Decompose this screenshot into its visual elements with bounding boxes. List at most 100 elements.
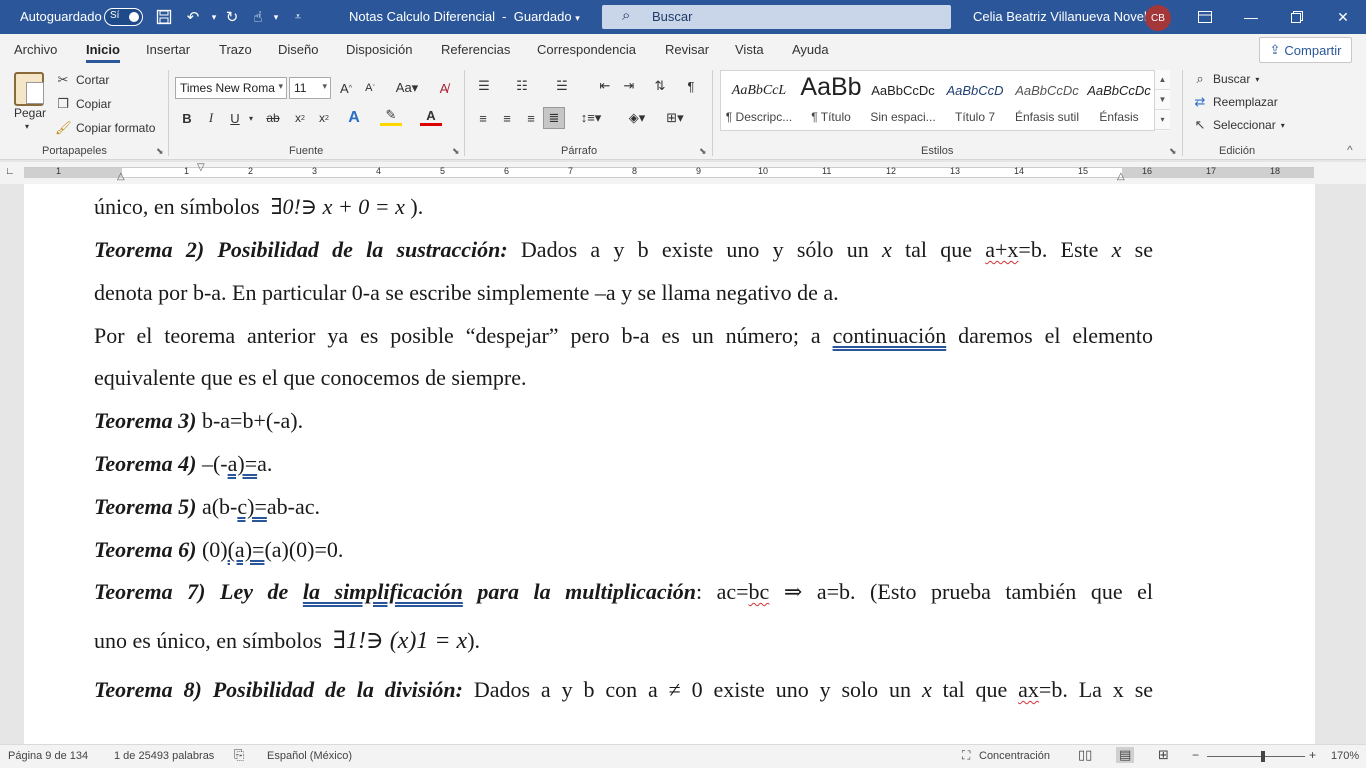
- align-center-icon[interactable]: ≡: [496, 107, 518, 129]
- tab-vista[interactable]: Vista: [735, 42, 764, 57]
- restore-icon[interactable]: [1274, 0, 1320, 34]
- tab-correspondencia[interactable]: Correspondencia: [537, 42, 636, 57]
- multilevel-list-icon[interactable]: ☱: [551, 75, 573, 97]
- page[interactable]: único, en símbolos ∃0!∋ x + 0 = x ). Teo…: [24, 184, 1315, 744]
- share-button[interactable]: ⇪ Compartir: [1259, 37, 1352, 63]
- spelling-flag[interactable]: ax: [1018, 677, 1039, 702]
- superscript-icon[interactable]: x2: [313, 107, 335, 129]
- text-effects-icon[interactable]: A: [343, 107, 365, 129]
- strikethrough-icon[interactable]: ab: [262, 107, 284, 129]
- style-titulo[interactable]: AaBb ¶ Título: [795, 71, 867, 130]
- align-left-icon[interactable]: ≡: [472, 107, 494, 129]
- grammar-flag[interactable]: a)=: [228, 451, 258, 476]
- font-name-select[interactable]: Times New Roma ▾: [175, 77, 287, 99]
- tab-revisar[interactable]: Revisar: [665, 42, 709, 57]
- document-title[interactable]: Notas Calculo Diferencial - Guardado ▾: [349, 9, 580, 24]
- highlight-icon[interactable]: ✎: [380, 107, 402, 126]
- chevron-down-icon[interactable]: ▾: [240, 107, 262, 129]
- save-icon[interactable]: [153, 7, 175, 27]
- undo-icon[interactable]: ↶: [182, 7, 204, 27]
- style-titulo-7[interactable]: AaBbCcD Título 7: [939, 71, 1011, 130]
- search-input[interactable]: ⌕ Buscar: [602, 5, 951, 29]
- justify-icon[interactable]: ≣: [543, 107, 565, 129]
- borders-icon[interactable]: ⊞▾: [660, 107, 690, 129]
- subscript-icon[interactable]: x2: [289, 107, 311, 129]
- styles-scroll[interactable]: ▲ ▼ ▾: [1154, 70, 1170, 131]
- tab-disposicion[interactable]: Disposición: [346, 42, 412, 57]
- tab-selector-icon[interactable]: ∟: [5, 166, 17, 178]
- zoom-slider[interactable]: [1207, 756, 1305, 757]
- style-enfasis-sutil[interactable]: AaBbCcDc Énfasis sutil: [1011, 71, 1083, 130]
- collapse-ribbon-icon[interactable]: ^: [1347, 143, 1353, 157]
- shrink-font-icon[interactable]: Aˇ: [359, 77, 381, 99]
- find-button[interactable]: ⌕ Buscar ▾: [1192, 71, 1259, 87]
- user-name[interactable]: Celia Beatriz Villanueva Novelo: [973, 9, 1154, 24]
- style-descripcion[interactable]: AaBbCcL ¶ Descripc...: [723, 71, 795, 130]
- font-color-icon[interactable]: A: [420, 107, 442, 126]
- tab-diseno[interactable]: Diseño: [278, 42, 318, 57]
- spelling-flag[interactable]: a+x: [985, 237, 1018, 262]
- tab-archivo[interactable]: Archivo: [14, 42, 57, 57]
- grammar-flag[interactable]: continuación: [833, 323, 947, 348]
- zoom-level[interactable]: 170%: [1331, 750, 1359, 762]
- grow-font-icon[interactable]: A ^: [335, 77, 357, 99]
- grammar-flag[interactable]: (a)=: [228, 537, 265, 562]
- cut-button[interactable]: ✂ Cortar: [55, 72, 110, 88]
- customize-toolbar-icon[interactable]: ⩡: [287, 7, 309, 27]
- increase-indent-icon[interactable]: ⇥: [618, 75, 640, 97]
- tab-trazo[interactable]: Trazo: [219, 42, 252, 57]
- redo-icon[interactable]: ↻: [221, 7, 243, 27]
- document-area[interactable]: único, en símbolos ∃0!∋ x + 0 = x ). Teo…: [0, 184, 1366, 744]
- proofing-icon[interactable]: ⎘: [234, 747, 244, 763]
- right-indent-marker[interactable]: △: [1117, 171, 1125, 182]
- zoom-out-icon[interactable]: −: [1192, 748, 1199, 762]
- grammar-flag[interactable]: c)=: [237, 494, 267, 519]
- change-case-icon[interactable]: Aa▾: [392, 77, 422, 99]
- bullets-icon[interactable]: ☰: [473, 75, 495, 97]
- minimize-icon[interactable]: —: [1228, 0, 1274, 34]
- chevron-down-icon[interactable]: ▼: [1155, 90, 1170, 110]
- dialog-launcher-icon[interactable]: ⬊: [452, 146, 460, 157]
- close-icon[interactable]: ✕: [1320, 0, 1366, 34]
- dialog-launcher-icon[interactable]: ⬊: [1169, 146, 1177, 157]
- shading-icon[interactable]: ◈▾: [622, 107, 652, 129]
- sort-icon[interactable]: ⇅: [649, 75, 671, 97]
- tab-referencias[interactable]: Referencias: [441, 42, 510, 57]
- web-layout-icon[interactable]: ⊞: [1158, 747, 1169, 763]
- clear-formatting-icon[interactable]: A̸: [433, 77, 455, 99]
- dialog-launcher-icon[interactable]: ⬊: [699, 146, 707, 157]
- font-size-select[interactable]: 11 ▾: [289, 77, 331, 99]
- italic-icon[interactable]: I: [200, 107, 222, 129]
- tab-insertar[interactable]: Insertar: [146, 42, 190, 57]
- read-mode-icon[interactable]: ▯▯: [1078, 747, 1092, 763]
- ribbon-display-icon[interactable]: [1182, 0, 1228, 34]
- zoom-in-icon[interactable]: +: [1309, 748, 1316, 762]
- touch-dropdown-icon[interactable]: ▾: [265, 7, 287, 27]
- page-count[interactable]: Página 9 de 134: [8, 750, 88, 762]
- align-right-icon[interactable]: ≡: [520, 107, 542, 129]
- grammar-flag[interactable]: la simplificación: [303, 579, 463, 604]
- numbering-icon[interactable]: ☷: [511, 75, 533, 97]
- left-indent-marker[interactable]: △: [117, 171, 125, 182]
- style-sin-espaciado[interactable]: AaBbCcDc Sin espaci...: [867, 71, 939, 130]
- format-painter-button[interactable]: 🖌 Copiar formato: [55, 120, 155, 136]
- more-styles-icon[interactable]: ▾: [1155, 110, 1170, 130]
- word-count[interactable]: 1 de 25493 palabras: [114, 750, 214, 762]
- decrease-indent-icon[interactable]: ⇤: [594, 75, 616, 97]
- tab-inicio[interactable]: Inicio: [86, 42, 120, 63]
- spelling-flag[interactable]: bc: [749, 579, 770, 604]
- zoom-slider-thumb[interactable]: [1261, 751, 1265, 762]
- select-button[interactable]: ↖ Seleccionar ▾: [1192, 117, 1285, 133]
- first-line-indent-marker[interactable]: ▽: [197, 162, 205, 173]
- copy-button[interactable]: ❐ Copiar: [55, 96, 111, 112]
- tab-ayuda[interactable]: Ayuda: [792, 42, 829, 57]
- line-spacing-icon[interactable]: ↕≡▾: [576, 107, 606, 129]
- chevron-up-icon[interactable]: ▲: [1155, 70, 1170, 90]
- language-indicator[interactable]: Español (México): [267, 750, 352, 762]
- autosave-toggle[interactable]: Sí: [104, 8, 143, 26]
- bold-icon[interactable]: B: [176, 107, 198, 129]
- replace-button[interactable]: ⇄ Reemplazar: [1192, 94, 1278, 110]
- print-layout-icon[interactable]: ▤: [1116, 747, 1135, 763]
- dialog-launcher-icon[interactable]: ⬊: [156, 146, 164, 157]
- style-enfasis[interactable]: AaBbCcDc Énfasis: [1083, 71, 1155, 130]
